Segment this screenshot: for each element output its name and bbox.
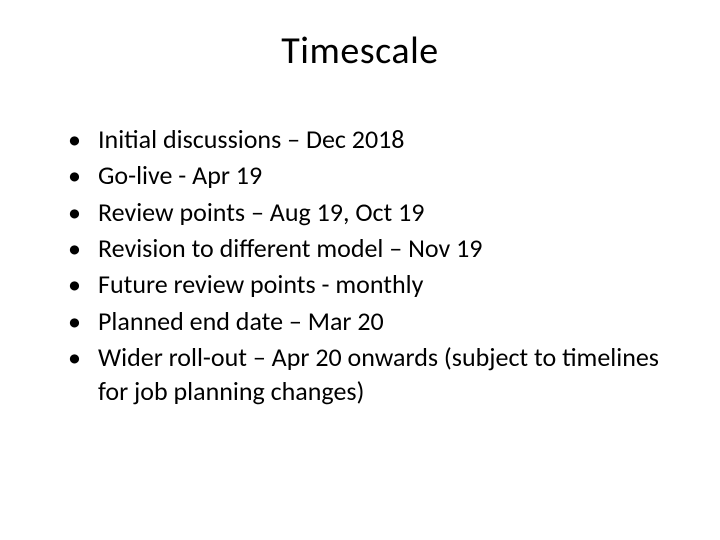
list-item: Review points – Aug 19, Oct 19 [68,195,670,229]
list-item: Revision to different model – Nov 19 [68,231,670,265]
list-item: Go-live - Apr 19 [68,158,670,192]
list-item: Future review points - monthly [68,267,670,301]
list-item: Wider roll-out – Apr 20 onwards (subject… [68,340,670,409]
list-item: Planned end date – Mar 20 [68,304,670,338]
slide-title: Timescale [50,28,670,74]
bullet-list: Initial discussions – Dec 2018 Go-live -… [50,122,670,409]
list-item: Initial discussions – Dec 2018 [68,122,670,156]
slide: Timescale Initial discussions – Dec 2018… [0,0,720,540]
